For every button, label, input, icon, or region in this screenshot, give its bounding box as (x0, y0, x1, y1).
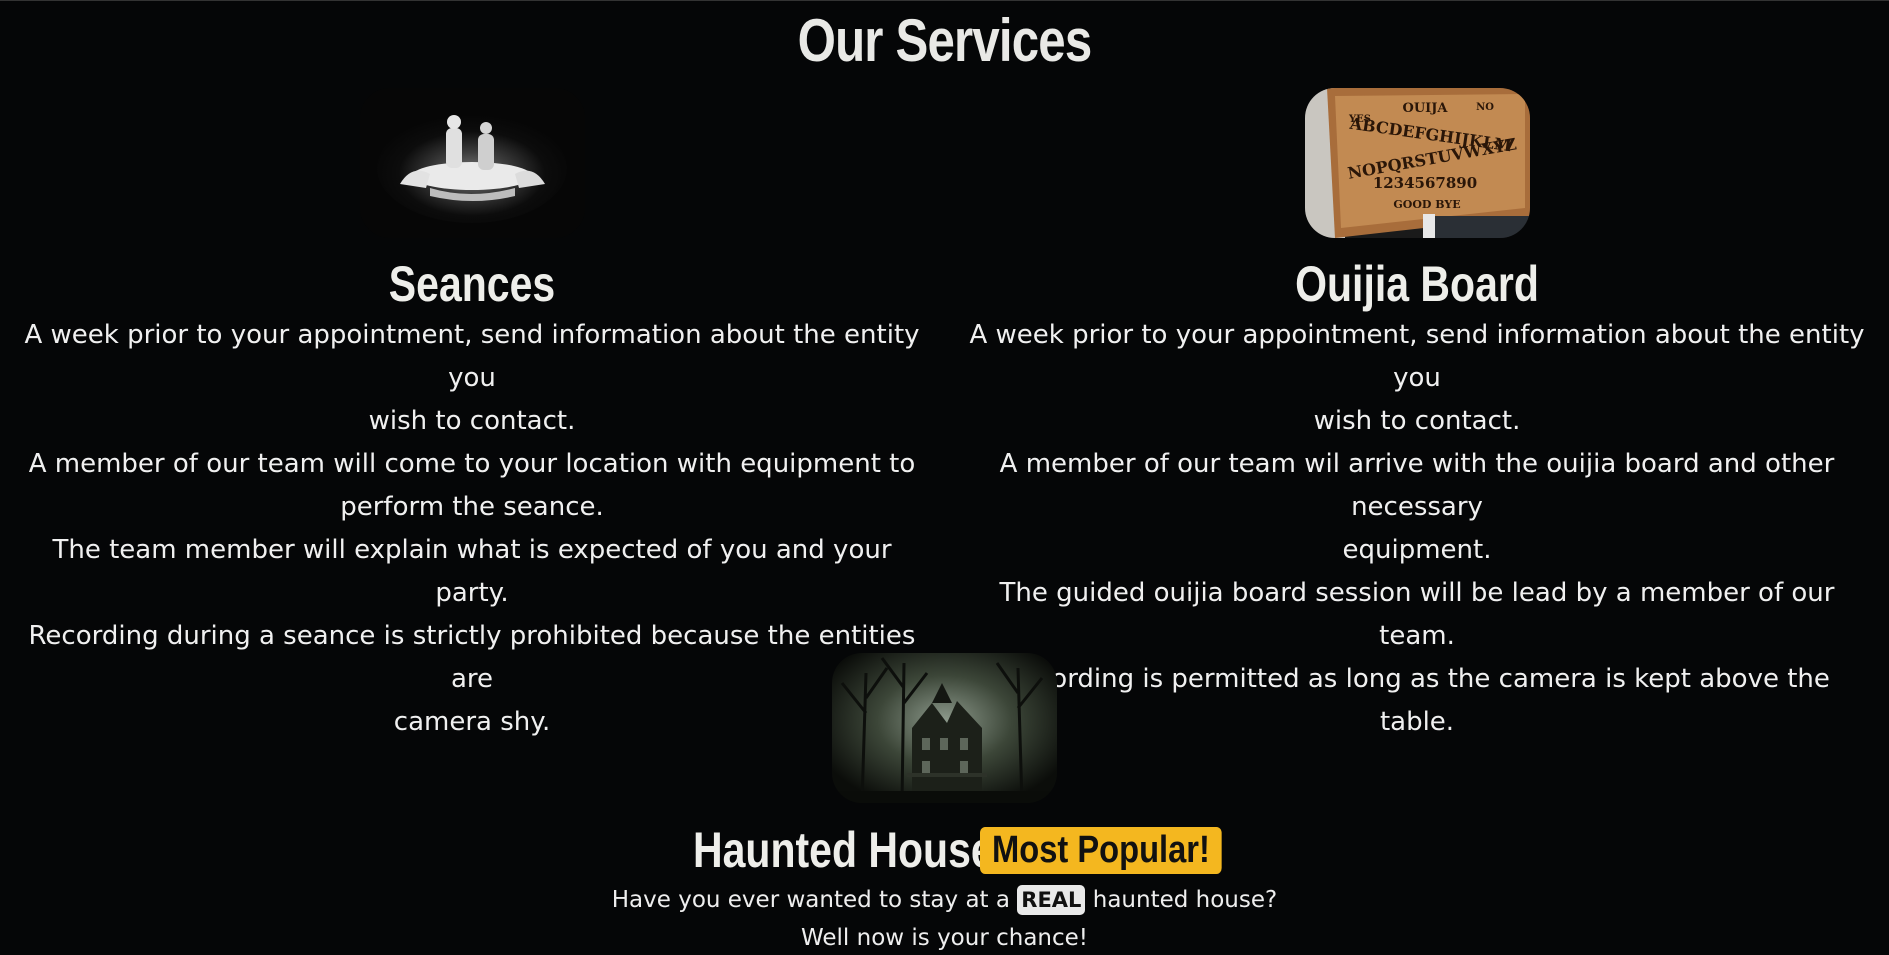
haunted-house-line-1-start: Have you ever wanted to stay at a (611, 887, 1010, 913)
ouija-line: wish to contact. (1313, 406, 1521, 436)
seance-image (359, 88, 585, 238)
most-popular-badge: Most Popular! (980, 826, 1223, 874)
service-card-haunted-house: Haunted House Most Popular! Have you eve… (0, 653, 1889, 955)
real-highlight: REAL (1017, 885, 1086, 915)
seance-photo-icon (359, 88, 585, 238)
ouija-line: equipment. (1342, 535, 1492, 565)
haunted-house-line-2: Well now is your chance! (800, 925, 1089, 951)
ouija-board-photo-icon: YES OUIJA NO ABCDEFGHIJKLM NOPQRSTUVWXYZ… (1304, 88, 1530, 238)
haunted-house-line-1: Have you ever wanted to stay at a REAL h… (0, 883, 1889, 917)
ouija-numbers-text: 1234567890 (1372, 174, 1476, 192)
haunted-house-photo-icon (832, 653, 1057, 803)
ouija-bye-text: GOOD BYE (1393, 198, 1460, 211)
service-card-seances: Seances A week prior to your appointment… (0, 88, 944, 744)
seances-line: wish to contact. (368, 406, 576, 436)
seances-title: Seances (388, 256, 556, 312)
ouija-title: Ouijia Board (1295, 256, 1539, 312)
ouija-line: The guided ouijia board session will be … (999, 578, 1835, 651)
haunted-house-title: Haunted House (693, 822, 995, 878)
haunted-house-title-row: Haunted House Most Popular! (0, 821, 1889, 879)
ouija-image: YES OUIJA NO ABCDEFGHIJKLM NOPQRSTUVWXYZ… (1304, 88, 1530, 238)
seances-line: A week prior to your appointment, send i… (24, 320, 920, 393)
page-title: Our Services (797, 7, 1093, 74)
service-card-ouija: YES OUIJA NO ABCDEFGHIJKLM NOPQRSTUVWXYZ… (945, 88, 1889, 744)
haunted-house-image (832, 653, 1057, 803)
ouija-line: A week prior to your appointment, send i… (969, 320, 1865, 393)
ouija-no-text: NO (1476, 102, 1494, 113)
seances-line: perform the seance. (340, 492, 604, 522)
top-border (0, 0, 1889, 1)
ouija-line: A member of our team wil arrive with the… (999, 449, 1835, 522)
ouija-word-text: OUIJA (1402, 101, 1448, 116)
seances-line: The team member will explain what is exp… (52, 535, 892, 608)
seances-line: A member of our team will come to your l… (28, 449, 916, 479)
haunted-house-line-1-end: haunted house? (1092, 887, 1278, 913)
